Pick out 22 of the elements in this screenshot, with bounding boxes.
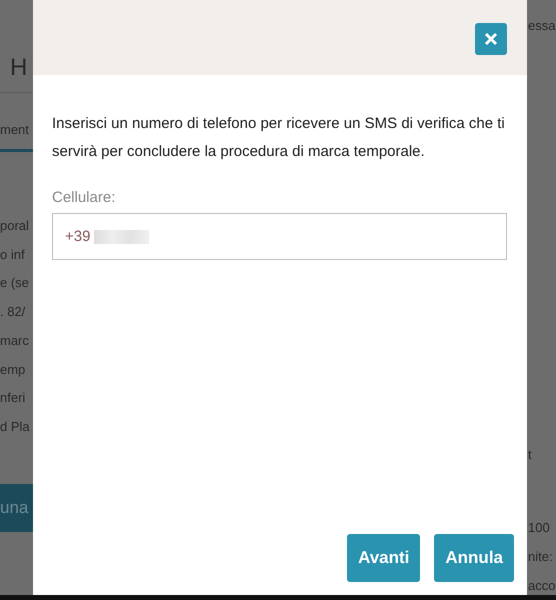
background-button[interactable]: una (0, 484, 33, 532)
field-label: Cellulare: (52, 188, 116, 208)
next-button[interactable]: Avanti (347, 534, 420, 582)
background-text: e (se (0, 274, 30, 292)
background-text: 100 (528, 519, 551, 538)
background-text: nite: (528, 548, 554, 566)
background-text: poral (0, 217, 30, 235)
background-text: . 82/ (0, 303, 26, 322)
background-text: nferi (0, 389, 26, 408)
background-text: essa (528, 17, 556, 35)
background-text: o inf (0, 246, 26, 264)
redacted-digits (94, 230, 149, 244)
close-button[interactable] (475, 23, 507, 55)
close-icon (484, 32, 498, 46)
background-text: d Pla (0, 418, 31, 436)
column-header: t (528, 446, 533, 464)
dialog-message: Inserisci un numero di telefono per ricevere un SMS di verifica che ti servirà per concludere la procedura di marca temporale. (52, 114, 506, 162)
background-text: marc (0, 332, 30, 350)
page-title: H (9, 53, 28, 83)
background-text: emp (0, 360, 26, 379)
background-text: acco (528, 576, 556, 595)
cancel-button[interactable]: Annula (434, 534, 514, 582)
